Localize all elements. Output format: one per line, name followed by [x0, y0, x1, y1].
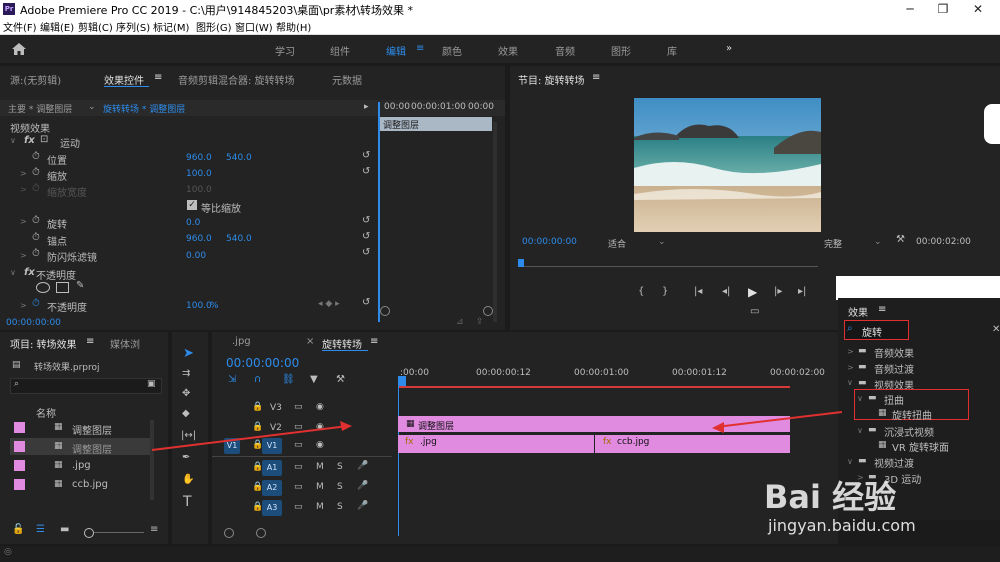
watermark: Bai 经验 jingyan.baidu.com [760, 472, 950, 544]
status-bar: ◎ [0, 546, 1000, 562]
annotation-arrow-left [151, 425, 349, 451]
annotation-arrow-right [715, 411, 843, 428]
annotation-arrowhead [712, 422, 724, 433]
watermark-brand: Bai 经验 [764, 478, 897, 516]
annotation-arrowhead [340, 421, 352, 431]
watermark-url: jingyan.baidu.com [768, 516, 916, 535]
status-icon: ◎ [4, 547, 12, 557]
